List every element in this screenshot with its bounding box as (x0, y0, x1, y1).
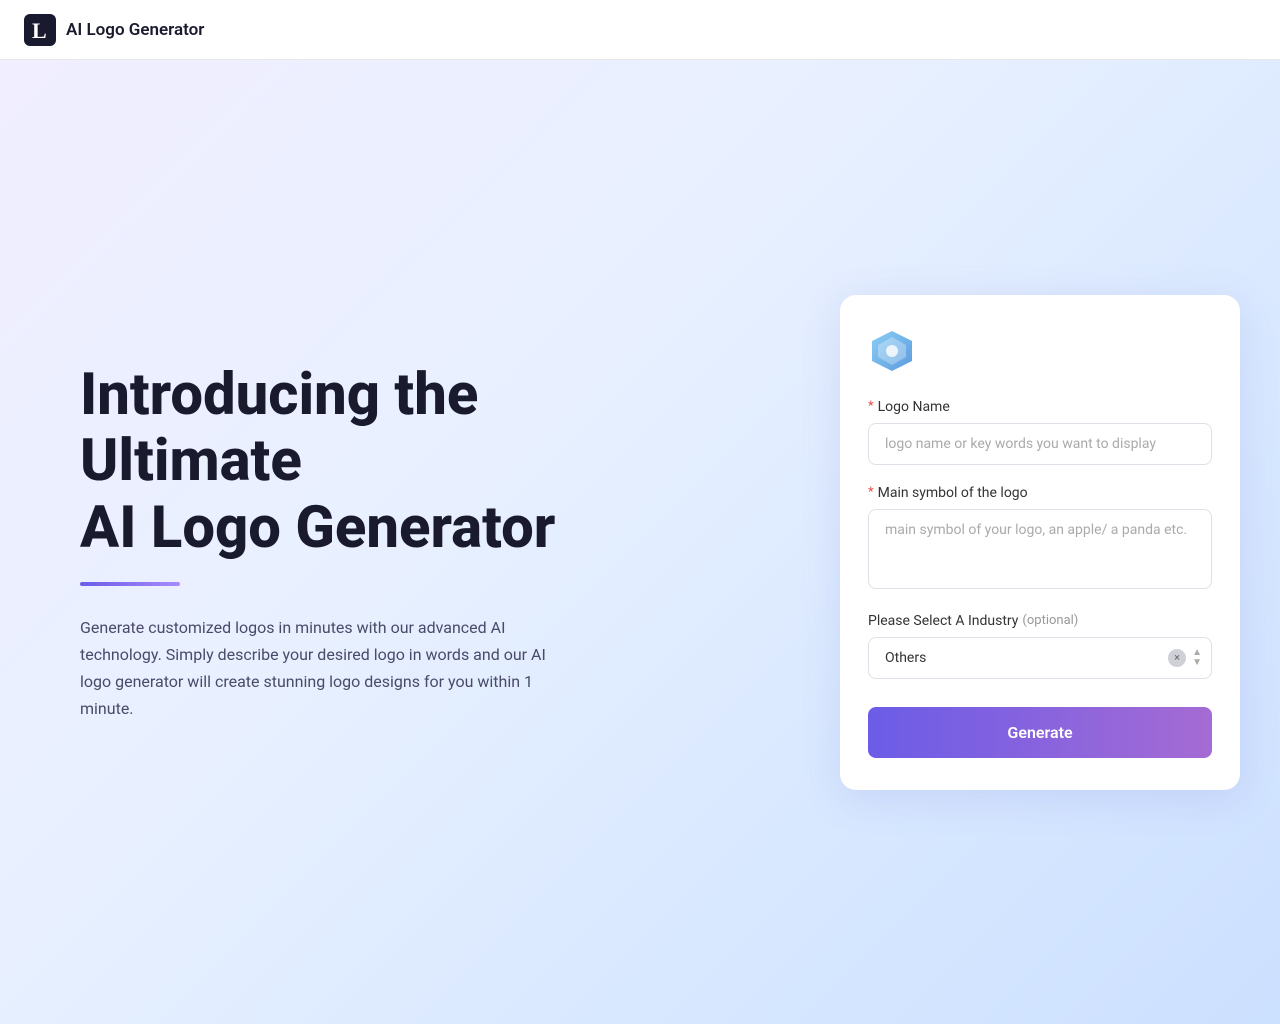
hero-description: Generate customized logos in minutes wit… (80, 614, 580, 723)
main-content: Introducing the Ultimate AI Logo Generat… (0, 60, 1280, 1024)
symbol-group: * Main symbol of the logo (868, 485, 1212, 593)
industry-select-wrapper: Others Technology Food & Beverage Fashio… (868, 637, 1212, 679)
industry-select[interactable]: Others Technology Food & Beverage Fashio… (868, 637, 1212, 679)
header: L AI Logo Generator (0, 0, 1280, 60)
logo-name-group: * Logo Name (868, 399, 1212, 465)
select-clear-button[interactable]: × (1168, 649, 1186, 667)
generate-button[interactable]: Generate (868, 707, 1212, 758)
hero-section: Introducing the Ultimate AI Logo Generat… (0, 60, 820, 1024)
symbol-label-text: Main symbol of the logo (878, 485, 1028, 501)
logo-name-input[interactable] (868, 423, 1212, 465)
logo-container: L AI Logo Generator (24, 14, 204, 46)
form-card: * Logo Name * Main symbol of the logo Pl… (840, 295, 1240, 790)
site-title: AI Logo Generator (66, 20, 204, 40)
symbol-required: * (868, 485, 874, 500)
logo-name-label-text: Logo Name (878, 399, 950, 415)
industry-label: Please Select A Industry (optional) (868, 613, 1212, 629)
industry-group: Please Select A Industry (optional) Othe… (868, 613, 1212, 679)
clear-icon: × (1174, 651, 1180, 664)
form-section: * Logo Name * Main symbol of the logo Pl… (820, 60, 1280, 1024)
logo-name-label: * Logo Name (868, 399, 1212, 415)
svg-text:L: L (32, 18, 47, 43)
symbol-label: * Main symbol of the logo (868, 485, 1212, 501)
hero-headline: Introducing the Ultimate AI Logo Generat… (80, 362, 740, 562)
headline-line3: AI Logo Generator (80, 494, 555, 562)
symbol-input[interactable] (868, 509, 1212, 589)
logo-name-required: * (868, 399, 874, 414)
industry-label-text: Please Select A Industry (868, 613, 1018, 629)
headline-line2: Ultimate (80, 427, 302, 495)
headline-divider (80, 582, 180, 586)
form-icon (868, 327, 916, 375)
headline-line1: Introducing the (80, 361, 478, 429)
industry-optional: (optional) (1022, 613, 1078, 628)
logo-icon: L (24, 14, 56, 46)
